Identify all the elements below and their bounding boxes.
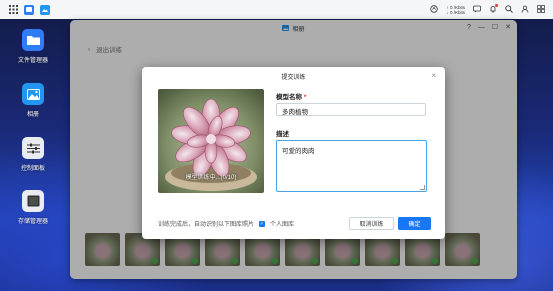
notification-bell-icon[interactable] (489, 3, 498, 15)
taskbar: ↑ 0 /Kbits ↓ 0 /Kbits (0, 0, 553, 19)
description-textarea[interactable]: 可爱的肉肉 (276, 140, 427, 192)
desktop-icon-storage-manager[interactable]: 存储管理器 (3, 190, 63, 225)
search-icon[interactable] (505, 4, 513, 15)
chat-icon[interactable] (473, 5, 481, 15)
desktop-icon-photos[interactable]: 相册 (3, 83, 63, 118)
training-progress-text: 模型训练中...(0/10) (185, 175, 237, 181)
taskbar-app-icon[interactable] (24, 4, 34, 15)
desktop-icon-label: 文件管理器 (17, 58, 48, 64)
required-mark: * (303, 94, 307, 101)
photos-icon (22, 83, 44, 105)
personal-library-checkbox[interactable]: ✓ (259, 220, 266, 227)
net-down-text: ↓ 0 /Kbits (446, 9, 465, 15)
storage-icon (22, 190, 44, 212)
desktop-icon-label: 存储管理器 (17, 219, 48, 225)
model-name-label: 模型名称 * (276, 94, 307, 101)
cancel-training-button[interactable]: 取消训练 (349, 217, 394, 230)
checkbox-label: 个人图库 (270, 222, 295, 228)
confirm-button[interactable]: 确定 (398, 217, 431, 230)
desktop-icon-file-manager[interactable]: 文件管理器 (3, 29, 63, 64)
network-rate: ↑ 0 /Kbits ↓ 0 /Kbits (446, 5, 465, 15)
taskbar-photos-icon[interactable] (40, 4, 50, 15)
close-dialog-button[interactable]: × (431, 71, 436, 80)
folder-icon (22, 29, 44, 51)
submit-training-dialog: 提交训练 × 模型训练中...(0/10) 模型名称 * 多肉植物 描述 可爱的… (142, 67, 445, 239)
description-text: 可爱的肉肉 (282, 148, 315, 155)
user-icon[interactable] (521, 5, 529, 15)
desktop-icon-label: 控制面板 (20, 166, 45, 172)
resize-handle-icon[interactable] (420, 185, 425, 190)
training-photo: 模型训练中...(0/10) (158, 89, 264, 193)
desktop-icon-control-panel[interactable]: 控制面板 (3, 137, 63, 172)
footer-note-text: 训练完成后，自动识别以下图库照片 (158, 222, 255, 228)
dialog-title: 提交训练 (281, 75, 306, 81)
dialog-footer-note: 训练完成后，自动识别以下图库照片 ✓ 个人图库 (158, 219, 294, 228)
widgets-icon[interactable] (537, 4, 545, 15)
desktop-icon-label: 相册 (26, 112, 39, 118)
sliders-icon (22, 137, 44, 159)
notification-dot (495, 3, 498, 7)
model-name-input[interactable]: 多肉植物 (276, 103, 426, 116)
description-label: 描述 (276, 131, 289, 138)
network-icon[interactable] (430, 4, 439, 15)
apps-grid-icon[interactable] (8, 5, 18, 15)
